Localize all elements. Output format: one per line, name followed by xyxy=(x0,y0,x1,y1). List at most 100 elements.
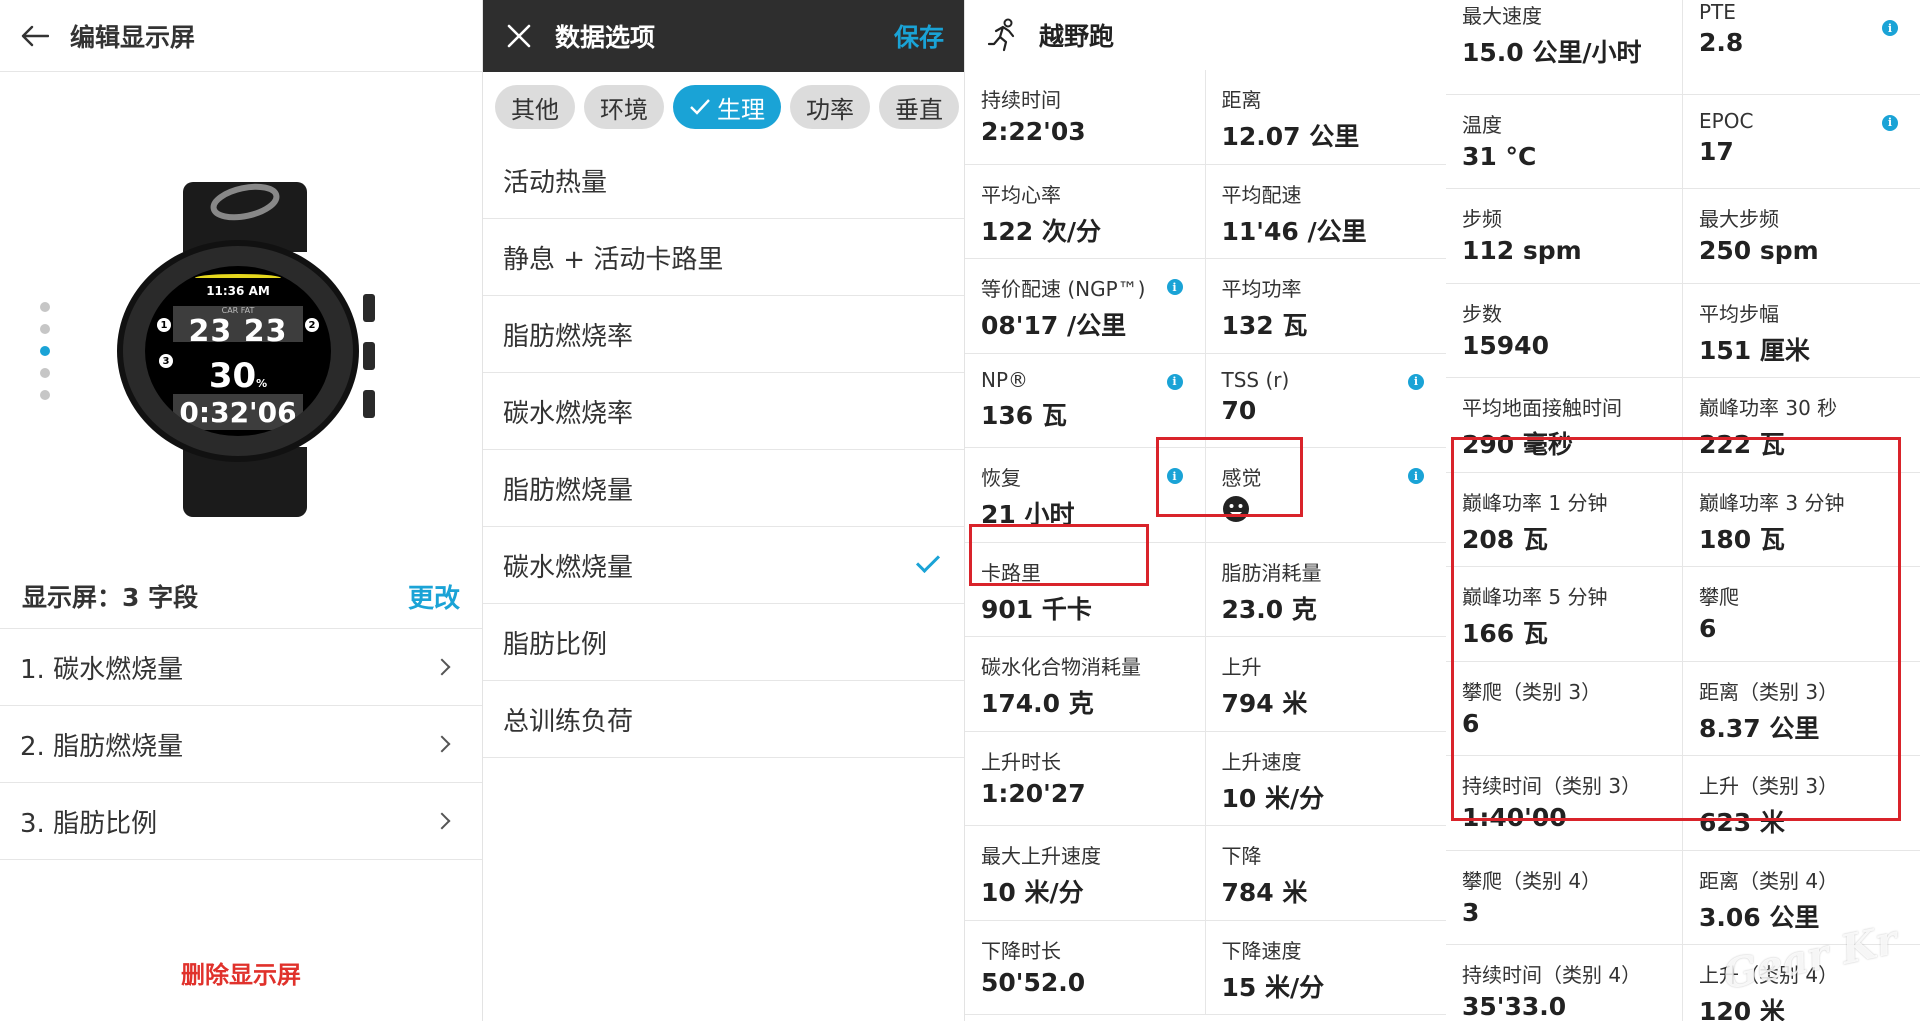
stat-value: 35'33.0 xyxy=(1462,992,1567,1021)
stat-label: 下降 xyxy=(1221,844,1262,868)
stat-cell: 攀爬（类别 3） 6 xyxy=(1446,661,1683,756)
tab-other[interactable]: 其他 xyxy=(495,85,575,129)
info-icon[interactable]: i xyxy=(1408,468,1424,484)
field-item[interactable]: 3. 脂肪比例 xyxy=(0,783,482,860)
tab-environment[interactable]: 环境 xyxy=(584,85,664,129)
info-icon[interactable]: i xyxy=(1882,20,1898,36)
watch-button xyxy=(363,294,375,322)
stat-cell: NP® 136 瓦 i xyxy=(965,353,1206,448)
stat-cell: 上升时长 1:20'27 xyxy=(965,731,1206,826)
page-dot[interactable] xyxy=(40,324,50,334)
stat-label: NP® xyxy=(981,367,1029,392)
watch-time: 11:36 AM xyxy=(206,284,270,298)
tab-power[interactable]: 功率 xyxy=(790,85,870,129)
stat-label: 巅峰功率 1 分钟 xyxy=(1462,490,1608,515)
page-title: 数据选项 xyxy=(555,23,656,52)
info-icon[interactable]: i xyxy=(1166,468,1183,484)
option-item[interactable]: 脂肪比例 xyxy=(483,604,964,681)
field-item-label: 1. 碳水燃烧量 xyxy=(20,654,184,685)
stat-cell: 等价配速 (NGP™) 08'17 /公里 i xyxy=(965,259,1206,354)
edit-display-panel: 编辑显示屏 11:36 AM CAR FAT 23 23 30% 0:32'06… xyxy=(0,0,482,1021)
stat-cell: 下降 784 米 xyxy=(1205,826,1446,921)
stat-cell: 步数 15940 xyxy=(1446,283,1683,378)
option-item[interactable]: 脂肪燃烧量 xyxy=(483,450,964,527)
stat-value: 122 次/分 xyxy=(981,216,1102,246)
option-item[interactable]: 静息 + 活动卡路里 xyxy=(483,219,964,296)
watch-preview: 11:36 AM CAR FAT 23 23 30% 0:32'06 1 2 3 xyxy=(0,72,482,517)
stat-label: 最大步频 xyxy=(1699,207,1779,231)
activity-title: 越野跑 xyxy=(1039,22,1115,51)
stat-cell: 持续时间（类别 3） 1:40'00 xyxy=(1446,756,1683,851)
option-item[interactable]: 总训练负荷 xyxy=(483,681,964,758)
stat-value: 132 瓦 xyxy=(1221,311,1308,340)
stat-value: 08'17 /公里 xyxy=(981,311,1127,340)
stat-label: 持续时间（类别 4） xyxy=(1462,963,1642,987)
display-fields-section: 显示屏：3 字段 更改 xyxy=(0,564,482,629)
option-item[interactable]: 碳水燃烧率 xyxy=(483,373,964,450)
category-tabs: 其他 环境 生理 功率 垂直 xyxy=(483,72,964,142)
info-icon[interactable]: i xyxy=(1882,114,1898,131)
stat-label: 平均配速 xyxy=(1221,182,1302,207)
field-item[interactable]: 1. 碳水燃烧量 xyxy=(0,629,482,706)
stat-value: 166 瓦 xyxy=(1462,619,1548,648)
stat-value: 136 瓦 xyxy=(981,400,1067,430)
save-button[interactable]: 保存 xyxy=(894,0,944,72)
stat-value: 180 瓦 xyxy=(1699,524,1785,554)
stat-label: 最大上升速度 xyxy=(981,844,1101,868)
stat-label: 攀爬（类别 3） xyxy=(1462,679,1602,704)
back-arrow-icon[interactable] xyxy=(0,0,70,72)
option-item[interactable]: 脂肪燃烧率 xyxy=(483,296,964,373)
info-icon[interactable]: i xyxy=(1166,279,1183,295)
stat-cell: 上升（类别 3） 623 米 xyxy=(1683,756,1920,851)
stat-cell: 巅峰功率 1 分钟 208 瓦 xyxy=(1446,472,1683,567)
stat-label: 感觉 xyxy=(1221,466,1262,490)
page-title: 编辑显示屏 xyxy=(70,22,196,52)
delete-display-button[interactable]: 删除显示屏 xyxy=(0,955,482,990)
chevron-right-icon xyxy=(433,658,451,676)
chevron-right-icon xyxy=(433,812,451,830)
page-indicator xyxy=(40,302,50,400)
stat-value: 151 厘米 xyxy=(1699,335,1810,365)
stat-label: 碳水化合物消耗量 xyxy=(981,655,1141,679)
stat-value: 290 毫秒 xyxy=(1462,430,1573,459)
stat-value: 6 xyxy=(1699,614,1717,643)
stat-value: 112 spm xyxy=(1462,236,1582,265)
stat-value: 3 xyxy=(1462,897,1480,927)
stat-label: 步频 xyxy=(1462,207,1502,231)
data-options-panel: 数据选项 保存 其他 环境 生理 功率 垂直 活动热量 静息 + 活动卡路里 脂… xyxy=(482,0,964,1021)
stat-value: 21 小时 xyxy=(981,500,1075,529)
option-item[interactable]: 活动热量 xyxy=(483,142,964,219)
stat-cell: 攀爬 6 xyxy=(1683,567,1920,662)
close-icon[interactable] xyxy=(483,0,555,72)
info-icon[interactable]: i xyxy=(1166,373,1183,390)
stat-value: 794 米 xyxy=(1221,689,1308,718)
tab-vertical[interactable]: 垂直 xyxy=(879,85,959,129)
running-icon xyxy=(987,18,1015,52)
stat-cell: 距离（类别 3） 8.37 公里 xyxy=(1683,662,1920,756)
stat-cell: 平均心率 122 次/分 xyxy=(965,164,1206,259)
stat-value: 8.37 公里 xyxy=(1699,713,1820,743)
stat-cell: TSS (r) 70 i xyxy=(1205,354,1446,448)
stat-value: 31 °C xyxy=(1462,141,1537,171)
stat-cell: 攀爬（类别 4） 3 xyxy=(1446,850,1683,945)
page-dot[interactable] xyxy=(40,302,50,312)
edit-display-header: 编辑显示屏 xyxy=(0,0,482,72)
stat-cell: 平均地面接触时间 290 毫秒 xyxy=(1446,378,1683,473)
info-icon[interactable]: i xyxy=(1408,373,1424,390)
stat-cell: 碳水化合物消耗量 174.0 克 xyxy=(965,637,1206,732)
tab-physiology[interactable]: 生理 xyxy=(673,85,781,129)
change-button[interactable]: 更改 xyxy=(408,578,460,615)
page-dot[interactable] xyxy=(40,368,50,378)
stat-cell: 平均配速 11'46 /公里 xyxy=(1205,165,1446,259)
page-dot-active[interactable] xyxy=(40,346,50,356)
stat-cell: 平均步幅 151 厘米 xyxy=(1683,284,1920,378)
field-item[interactable]: 2. 脂肪燃烧量 xyxy=(0,706,482,783)
stat-value: 2:22'03 xyxy=(981,117,1086,146)
stat-label: 等价配速 (NGP™) xyxy=(981,277,1146,301)
stat-label: 巅峰功率 30 秒 xyxy=(1699,396,1838,420)
watch-case: 11:36 AM CAR FAT 23 23 30% 0:32'06 1 2 3 xyxy=(117,240,359,462)
stat-cell: 最大步频 250 spm xyxy=(1683,189,1920,284)
stat-label: TSS (r) xyxy=(1221,367,1290,392)
page-dot[interactable] xyxy=(40,390,50,400)
option-item-selected[interactable]: 碳水燃烧量 xyxy=(483,527,964,604)
